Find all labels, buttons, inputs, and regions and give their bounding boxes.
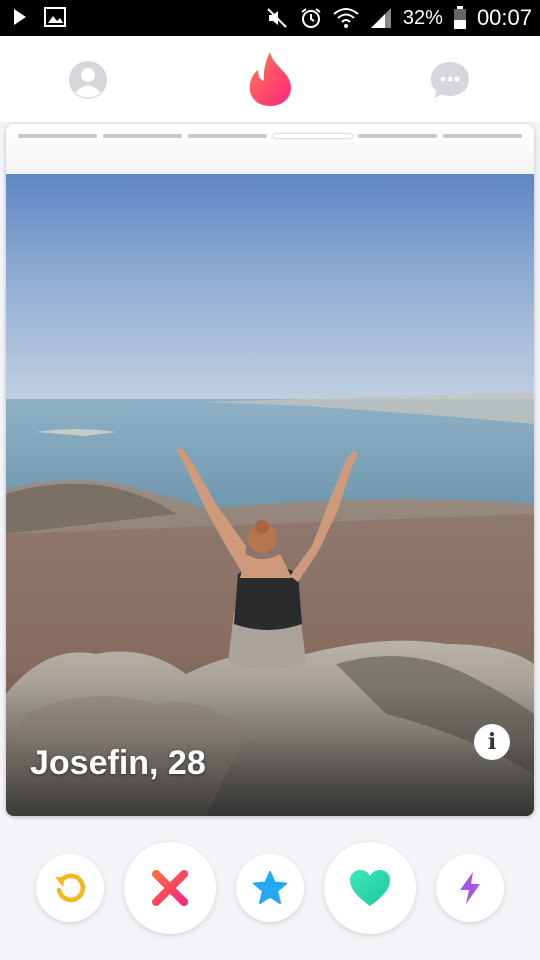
- profile-name-age: Josefin, 28: [30, 744, 206, 782]
- rewind-button[interactable]: [36, 854, 104, 922]
- chat-icon[interactable]: [430, 60, 470, 100]
- mute-icon: [267, 8, 287, 28]
- play-icon: [14, 9, 26, 25]
- flame-icon[interactable]: [246, 50, 294, 108]
- battery-percent: 32%: [402, 6, 443, 29]
- photo-progress-segment[interactable]: [18, 134, 97, 138]
- card-header: [6, 124, 534, 174]
- star-icon: [253, 871, 287, 904]
- wifi-icon: [333, 8, 359, 28]
- boost-button[interactable]: [436, 854, 504, 922]
- like-button[interactable]: [324, 842, 416, 934]
- super-like-button[interactable]: [236, 854, 304, 922]
- profile-photo[interactable]: Josefin, 28 i: [6, 174, 534, 816]
- heart-icon: [350, 870, 390, 906]
- photo-progress-segment[interactable]: [443, 134, 522, 138]
- photo-progress-segment[interactable]: [103, 134, 182, 138]
- image-icon: [44, 7, 66, 27]
- profile-card[interactable]: Josefin, 28 i: [6, 124, 534, 816]
- photo-progress: [18, 134, 522, 138]
- status-bar: 32% 00:07: [0, 0, 540, 36]
- clock: 00:07: [476, 5, 532, 30]
- battery-icon: [453, 6, 466, 29]
- close-icon: [152, 870, 188, 906]
- action-bar: [0, 830, 540, 950]
- photo-progress-segment[interactable]: [188, 134, 267, 138]
- bolt-icon: [460, 872, 480, 904]
- profile-icon[interactable]: [68, 60, 108, 100]
- info-button[interactable]: i: [474, 724, 510, 760]
- photo-progress-segment[interactable]: [273, 134, 352, 138]
- info-icon: i: [487, 729, 497, 755]
- top-nav: [0, 36, 540, 122]
- signal-icon: [370, 8, 391, 28]
- nope-button[interactable]: [124, 842, 216, 934]
- alarm-icon: [301, 8, 321, 28]
- photo-progress-segment[interactable]: [358, 134, 437, 138]
- rewind-icon: [55, 873, 86, 903]
